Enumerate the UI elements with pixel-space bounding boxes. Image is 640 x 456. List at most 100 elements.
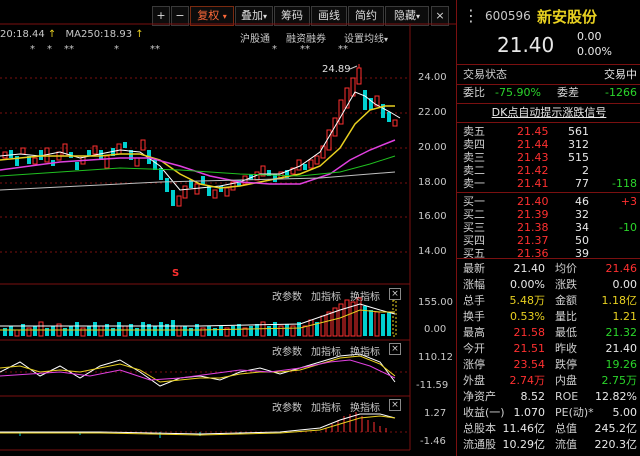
stat-value: 220.3亿	[594, 438, 638, 451]
bid-level-label: 买二	[463, 208, 485, 221]
ask-level-label: 卖五	[463, 125, 485, 138]
ask-volume: 77	[575, 177, 589, 190]
trade-status-label: 交易状态	[463, 68, 507, 81]
stat-label: 昨收	[555, 342, 577, 355]
stat-label: 外盘	[463, 374, 485, 387]
panel2-add-button[interactable]: 加指标	[311, 343, 341, 358]
stat-label: 总手	[463, 294, 485, 307]
divider	[457, 103, 640, 104]
stat-value: 21.51	[513, 342, 546, 355]
ask-volume: 515	[568, 151, 589, 164]
weicha-label: 委差	[557, 86, 579, 99]
price-tick: 18.00	[418, 177, 447, 188]
ask-price: 21.44	[517, 138, 549, 151]
panel3-axis-top: 1.27	[424, 408, 447, 419]
chart-area[interactable]: + − 复权 ▾ 叠加▾ 筹码 画线 简约 隐藏▾ × 20:18.44 ↑ M…	[0, 0, 456, 456]
stat-value: 1.070	[513, 406, 546, 419]
ask-row[interactable]: 卖二 21.42 2	[457, 164, 640, 178]
bid-price: 21.39	[517, 208, 549, 221]
panel3-close-icon[interactable]: ×	[389, 399, 401, 411]
sell-signal-marker: S	[172, 268, 180, 279]
stat-label: ROE	[555, 390, 579, 403]
stat-value: 21.58	[513, 326, 546, 339]
stat-label: 量比	[555, 310, 577, 323]
ask-row[interactable]: 卖五 21.45 561	[457, 125, 640, 139]
stat-value: 21.46	[605, 262, 638, 275]
bid-row[interactable]: 买二 21.39 32	[457, 208, 640, 222]
stat-value: 10.29亿	[502, 438, 546, 451]
stat-label: 流值	[555, 438, 577, 451]
ask-change: -118	[612, 177, 637, 190]
price-tick: 22.00	[418, 107, 447, 118]
price-change-pct: 0.00%	[577, 45, 612, 58]
ask-row[interactable]: 卖四 21.44 312	[457, 138, 640, 152]
stat-value: 5.48万	[509, 294, 546, 307]
panel2-params-button[interactable]: 改参数	[272, 343, 302, 358]
stat-value: 21.40	[513, 262, 546, 275]
stats-row: 收益(一) 1.070 PE(动)* 5.00	[457, 406, 640, 420]
weibi-value: -75.90%	[495, 86, 541, 99]
stat-label: 跌停	[555, 358, 577, 371]
stat-label: 最低	[555, 326, 577, 339]
stat-label: 最新	[463, 262, 485, 275]
stat-label: 均价	[555, 262, 577, 275]
bid-level-label: 买四	[463, 234, 485, 247]
stat-value: 11.46亿	[502, 422, 546, 435]
dk-signal-link[interactable]: DK点自动提示涨跌信号	[457, 106, 640, 120]
panel3-params-button[interactable]: 改参数	[272, 399, 302, 414]
panel1-add-button[interactable]: 加指标	[311, 288, 341, 303]
stats-row: 最新 21.40 均价 21.46	[457, 262, 640, 276]
stat-value: 0.00	[612, 278, 638, 291]
panel1-switch-button[interactable]: 换指标	[350, 288, 380, 303]
stats-row: 换手 0.53% 量比 1.21	[457, 310, 640, 324]
divider	[457, 192, 640, 193]
stat-label: 涨幅	[463, 278, 485, 291]
stat-value: 5.00	[612, 406, 638, 419]
ask-row[interactable]: 卖三 21.43 515	[457, 151, 640, 165]
kline-chart[interactable]	[0, 0, 456, 456]
bid-volume: 32	[575, 208, 589, 221]
panel2-axis-bottom: -11.59	[416, 380, 449, 391]
ask-row[interactable]: 卖一 21.41 77 -118	[457, 177, 640, 191]
stat-value: 245.2亿	[594, 422, 638, 435]
panel1-close-icon[interactable]: ×	[389, 288, 401, 300]
bid-row[interactable]: 买一 21.40 46 +3	[457, 195, 640, 209]
bid-level-label: 买一	[463, 195, 485, 208]
price-tick: 24.00	[418, 72, 447, 83]
bid-row[interactable]: 买四 21.37 50	[457, 234, 640, 248]
bid-price: 21.38	[517, 221, 549, 234]
stat-label: 今开	[463, 342, 485, 355]
bid-row[interactable]: 买三 21.38 34 -10	[457, 221, 640, 235]
bid-change: -10	[619, 221, 637, 234]
ask-volume: 561	[568, 125, 589, 138]
panel1-params-button[interactable]: 改参数	[272, 288, 302, 303]
ask-level-label: 卖四	[463, 138, 485, 151]
panel3-add-button[interactable]: 加指标	[311, 399, 341, 414]
panel2-close-icon[interactable]: ×	[389, 343, 401, 355]
stat-value: 0.53%	[510, 310, 545, 323]
ask-level-label: 卖三	[463, 151, 485, 164]
stats-row: 今开 21.51 昨收 21.40	[457, 342, 640, 356]
peak-price-label: 24.89	[322, 64, 351, 75]
bid-volume: 34	[575, 221, 589, 234]
panel3-switch-button[interactable]: 换指标	[350, 399, 380, 414]
ask-price: 21.42	[517, 164, 549, 177]
panel2-switch-button[interactable]: 换指标	[350, 343, 380, 358]
ask-level-label: 卖一	[463, 177, 485, 190]
price-tick: 14.00	[418, 246, 447, 257]
bid-volume: 50	[575, 234, 589, 247]
stat-label: 内盘	[555, 374, 577, 387]
panel3-axis-bottom: -1.46	[420, 436, 446, 447]
divider	[457, 64, 640, 65]
stock-code: 600596	[485, 9, 531, 23]
stock-name: 新安股份	[537, 8, 598, 26]
ask-volume: 312	[568, 138, 589, 151]
weibi-label: 委比	[463, 86, 485, 99]
price-tick: 20.00	[418, 142, 447, 153]
divider	[457, 258, 640, 259]
stat-label: 换手	[463, 310, 485, 323]
stat-value: 8.52	[520, 390, 546, 403]
bid-level-label: 买三	[463, 221, 485, 234]
prev-stock-icon[interactable]: ⋮	[463, 6, 479, 25]
stat-value: 19.26	[605, 358, 638, 371]
